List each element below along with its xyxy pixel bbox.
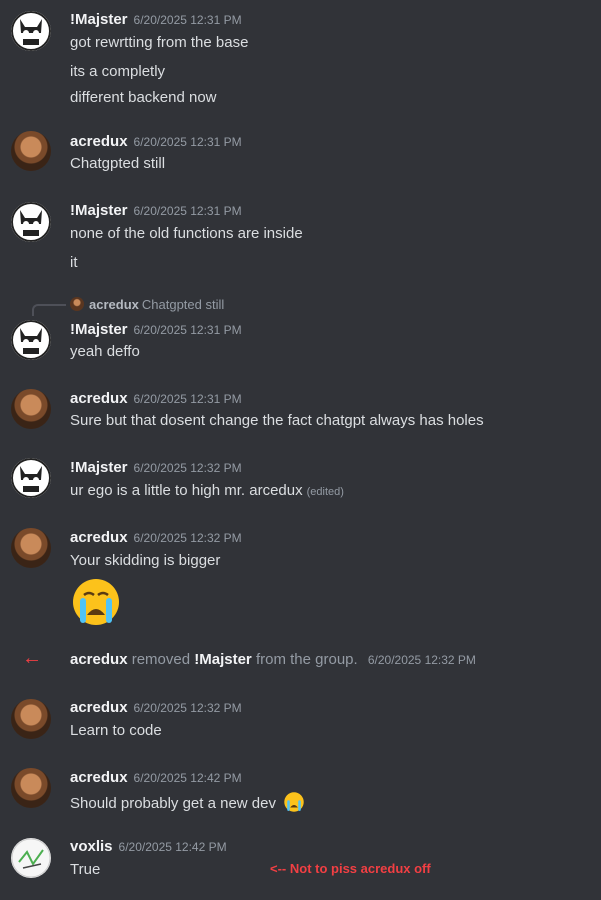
author-name[interactable]: acredux — [70, 133, 128, 150]
message-text: Chatgpted still — [70, 155, 166, 172]
timestamp: 6/20/2025 12:42 PM — [133, 771, 242, 785]
avatar[interactable] — [11, 202, 51, 242]
avatar[interactable] — [11, 838, 51, 878]
timestamp: 6/20/2025 12:31 PM — [133, 392, 242, 406]
edited-label: (edited) — [306, 486, 344, 498]
message-text: none of the old functions are inside — [70, 225, 303, 242]
timestamp: 6/20/2025 12:31 PM — [133, 135, 242, 149]
message-text: Sure but that dosent change the fact cha… — [70, 412, 484, 429]
message-text: Should probably get a new dev — [70, 795, 276, 812]
author-name[interactable]: !Majster — [70, 11, 128, 28]
crying-emoji-icon[interactable] — [283, 791, 305, 817]
avatar[interactable] — [11, 699, 51, 739]
message-text: yeah deffo — [70, 343, 140, 360]
reply-text[interactable]: Chatgpted still — [142, 297, 224, 312]
author-name[interactable]: !Majster — [70, 202, 128, 219]
message-text: True — [70, 861, 101, 878]
timestamp: 6/20/2025 12:32 PM — [133, 461, 242, 475]
avatar[interactable] — [11, 11, 51, 51]
system-action: removed — [131, 651, 191, 668]
avatar[interactable] — [11, 389, 51, 429]
timestamp: 6/20/2025 12:32 PM — [133, 701, 242, 715]
author-name[interactable]: acredux — [70, 769, 128, 786]
timestamp: 6/20/2025 12:32 PM — [367, 653, 476, 667]
avatar[interactable] — [11, 768, 51, 808]
system-target[interactable]: !Majster — [194, 651, 252, 668]
avatar[interactable] — [11, 320, 51, 360]
reply-avatar — [70, 297, 84, 311]
author-name[interactable]: !Majster — [70, 321, 128, 338]
timestamp: 6/20/2025 12:31 PM — [133, 323, 242, 337]
message-text: got rewrtting from the base — [70, 34, 249, 51]
timestamp: 6/20/2025 12:31 PM — [133, 204, 242, 218]
message-text: its a completly — [70, 63, 166, 80]
system-suffix: from the group. — [255, 651, 358, 668]
avatar[interactable] — [11, 528, 51, 568]
arrow-left-icon: ← — [22, 647, 42, 669]
timestamp: 6/20/2025 12:42 PM — [118, 840, 227, 854]
reply-author[interactable]: acredux — [89, 297, 139, 312]
message-text: different backend now — [70, 89, 217, 106]
message-text: Your skidding is bigger — [70, 552, 221, 569]
author-name[interactable]: acredux — [70, 699, 128, 716]
timestamp: 6/20/2025 12:31 PM — [133, 13, 242, 27]
reply-spine — [32, 304, 66, 316]
message-text: ur ego is a little to high mr. arcedux — [70, 482, 303, 499]
system-actor[interactable]: acredux — [70, 651, 128, 668]
author-name[interactable]: acredux — [70, 529, 128, 546]
reply-reference[interactable]: acredux Chatgpted still — [70, 297, 224, 312]
timestamp: 6/20/2025 12:32 PM — [133, 531, 242, 545]
crying-emoji-icon[interactable] — [70, 577, 122, 632]
message-text: Learn to code — [70, 722, 162, 739]
annotation-text: <-- Not to piss acredux off — [270, 861, 431, 876]
author-name[interactable]: !Majster — [70, 459, 128, 476]
author-name[interactable]: acredux — [70, 390, 128, 407]
avatar[interactable] — [11, 131, 51, 171]
author-name[interactable]: voxlis — [70, 838, 113, 855]
message-text: it — [70, 254, 78, 271]
avatar[interactable] — [11, 458, 51, 498]
